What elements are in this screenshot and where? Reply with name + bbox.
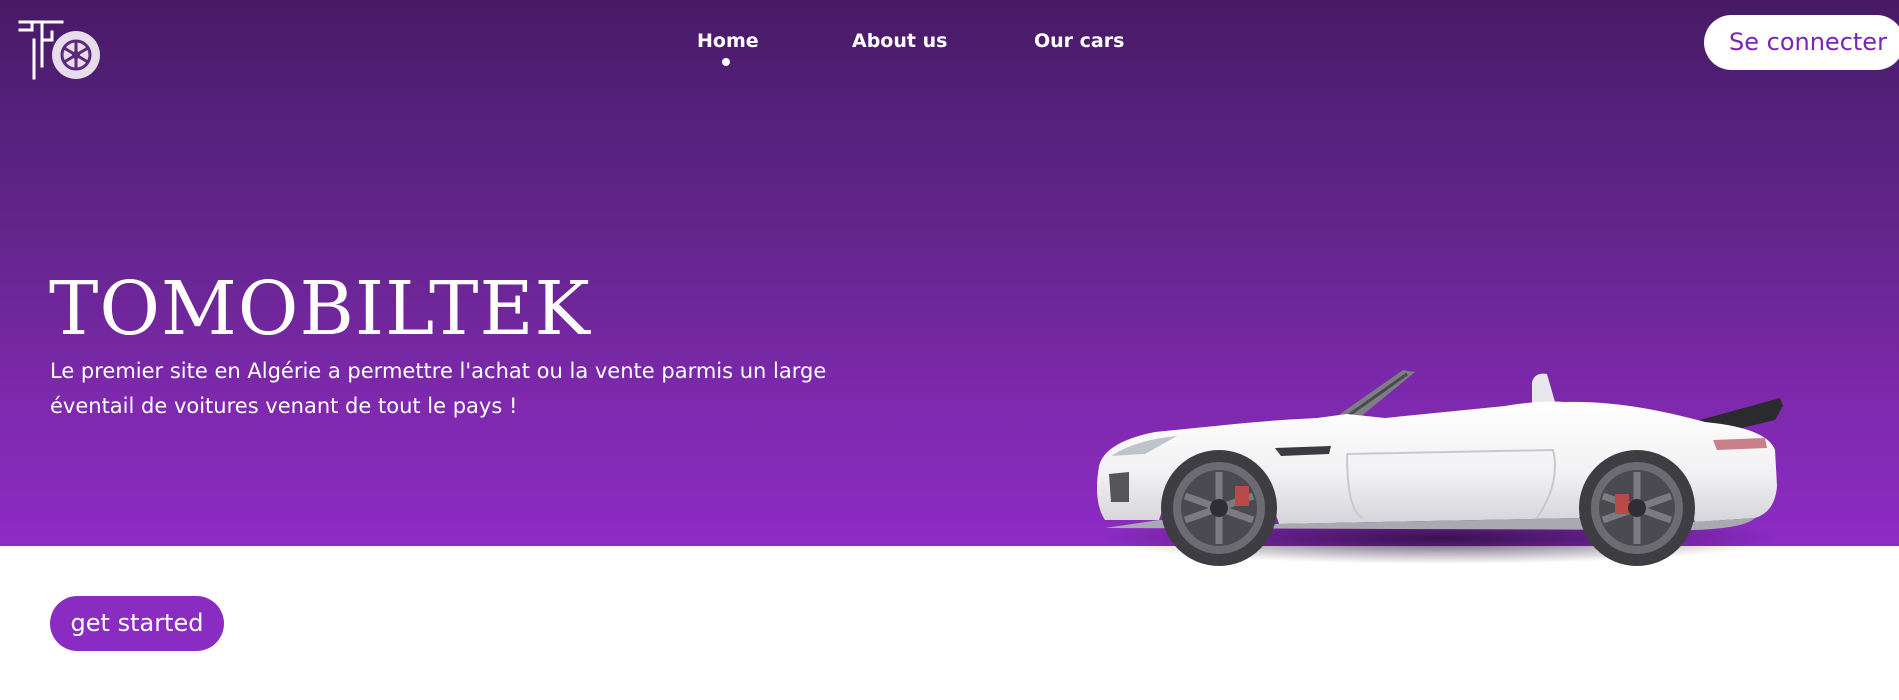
hero-title: TOMOBILTEK bbox=[49, 266, 591, 352]
landing-page: Home About us Our cars Se connecter TOMO… bbox=[0, 0, 1899, 700]
hero-description: Le premier site en Algérie a permettre l… bbox=[50, 359, 827, 418]
main-nav: Home About us Our cars bbox=[0, 28, 1899, 68]
login-button[interactable]: Se connecter bbox=[1704, 15, 1899, 70]
nav-about-us[interactable]: About us bbox=[852, 28, 947, 54]
nav-our-cars[interactable]: Our cars bbox=[1034, 28, 1124, 54]
white-convertible-sports-car bbox=[1097, 370, 1783, 566]
nav-active-indicator bbox=[722, 58, 730, 66]
nav-home[interactable]: Home bbox=[697, 28, 759, 54]
get-started-button[interactable]: get started bbox=[50, 596, 224, 651]
